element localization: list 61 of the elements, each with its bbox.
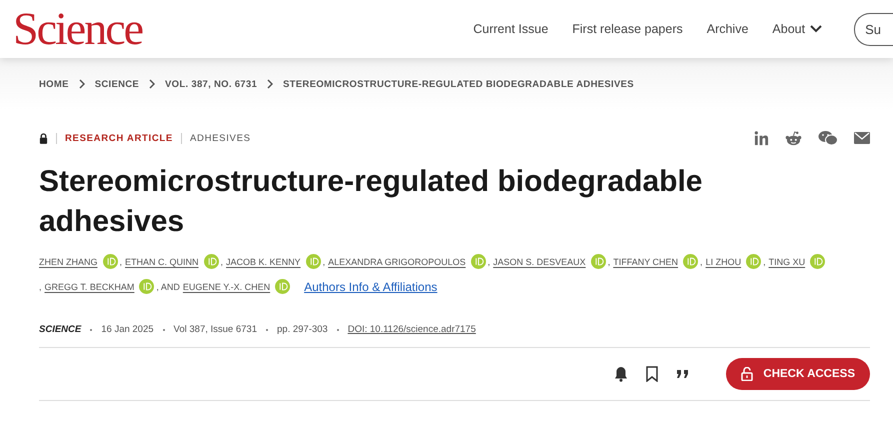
- chevron-down-icon: [810, 25, 822, 33]
- author-link[interactable]: ETHAN C. QUINN: [125, 256, 199, 266]
- author-separator: ,: [322, 256, 326, 266]
- doi-link[interactable]: DOI: 10.1126/science.adr7175: [348, 324, 476, 335]
- author-separator: ,: [608, 256, 610, 266]
- nav-link[interactable]: About: [772, 22, 822, 36]
- section-link[interactable]: ADHESIVES: [190, 132, 251, 144]
- orcid-icon[interactable]: [275, 279, 290, 294]
- bell-icon[interactable]: [614, 366, 628, 382]
- nav-link[interactable]: Current Issue: [473, 22, 548, 36]
- chevron-right-icon: [149, 79, 156, 89]
- nav-link[interactable]: Archive: [706, 22, 748, 36]
- subscribe-button[interactable]: Su: [854, 12, 893, 46]
- author-separator: ,: [220, 256, 224, 266]
- volume-issue: Vol 387, Issue 6731: [174, 324, 257, 335]
- author-link[interactable]: TIFFANY CHEN: [613, 256, 678, 266]
- reddit-icon[interactable]: [785, 130, 802, 146]
- author-link[interactable]: GREGG T. BECKHAM: [44, 282, 134, 292]
- author-separator: ,: [488, 256, 490, 266]
- journal-name: SCIENCE: [39, 324, 82, 335]
- author-link[interactable]: EUGENE Y.-X. CHEN: [182, 282, 270, 292]
- linkedin-icon[interactable]: [754, 130, 769, 146]
- author-link[interactable]: LI ZHOU: [706, 256, 742, 266]
- email-icon[interactable]: [854, 132, 870, 144]
- author-link[interactable]: TING XU: [768, 256, 806, 266]
- check-access-button[interactable]: CHECK ACCESS: [726, 358, 870, 390]
- author-link[interactable]: JASON S. DESVEAUX: [493, 256, 586, 266]
- chevron-right-icon: [267, 79, 274, 89]
- orcid-icon[interactable]: [102, 254, 118, 269]
- quote-icon[interactable]: [676, 369, 690, 379]
- page-range: pp. 297-303: [277, 324, 328, 335]
- author-separator: ,: [39, 282, 42, 292]
- author-link[interactable]: ZHEN ZHANG: [39, 256, 98, 266]
- author-separator: ,: [700, 256, 703, 266]
- affiliations-link[interactable]: Authors Info & Affiliations: [304, 280, 438, 294]
- orcid-icon[interactable]: [746, 254, 762, 269]
- bookmark-icon[interactable]: [646, 366, 658, 382]
- breadcrumb-link[interactable]: STEREOMICROSTRUCTURE-REGULATED BIODEGRADABLE ADHESIVES: [283, 78, 634, 90]
- author-link[interactable]: JACOB K. KENNY: [226, 256, 301, 266]
- breadcrumb-link[interactable]: HOME: [39, 78, 69, 90]
- author-separator: ,: [120, 256, 122, 266]
- breadcrumb-link[interactable]: SCIENCE: [94, 78, 140, 90]
- nav-link[interactable]: First release papers: [572, 22, 683, 36]
- orcid-icon[interactable]: [139, 279, 154, 294]
- orcid-icon[interactable]: [590, 254, 606, 269]
- orcid-icon[interactable]: [306, 254, 321, 269]
- wechat-icon[interactable]: [818, 130, 838, 146]
- article-type-link[interactable]: RESEARCH ARTICLE: [65, 132, 173, 144]
- author-link[interactable]: ALEXANDRA GRIGOROPOULOS: [328, 256, 466, 266]
- publish-date: 16 Jan 2025: [101, 324, 154, 335]
- author-separator: , AND: [156, 282, 180, 292]
- chevron-right-icon: [78, 79, 85, 89]
- orcid-icon[interactable]: [810, 254, 826, 269]
- orcid-icon[interactable]: [683, 254, 698, 269]
- unlock-icon: [741, 367, 754, 381]
- author-separator: ,: [763, 256, 766, 266]
- breadcrumb-link[interactable]: VOL. 387, NO. 6731: [165, 78, 258, 90]
- article-title: Stereomicrostructure-regulated biodegradable adhesives: [39, 164, 704, 240]
- orcid-icon[interactable]: [204, 254, 219, 269]
- orcid-icon[interactable]: [470, 254, 486, 269]
- science-logo[interactable]: Science: [13, 6, 142, 52]
